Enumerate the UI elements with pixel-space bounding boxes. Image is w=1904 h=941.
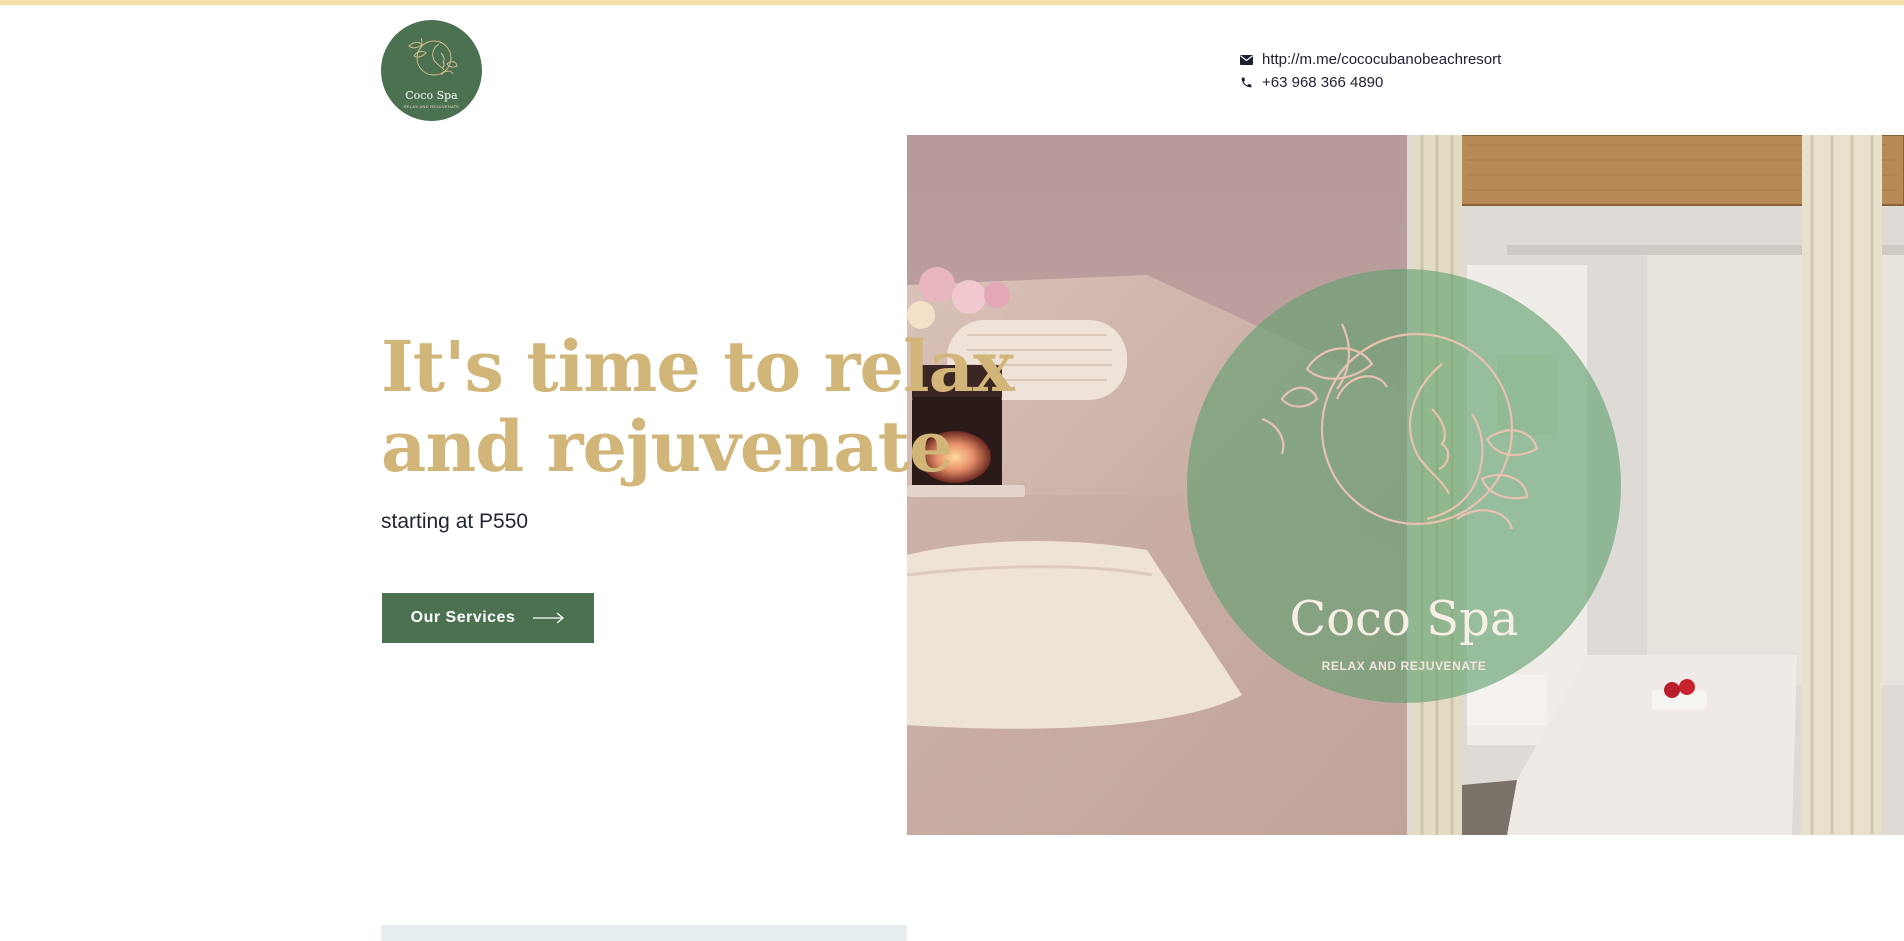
our-services-button[interactable]: Our Services (382, 593, 594, 643)
next-section-strip (381, 925, 907, 941)
envelope-icon (1239, 53, 1253, 67)
hero-title: It's time to relax and rejuvenate (381, 327, 1015, 487)
messenger-link[interactable]: http://m.me/cococubanobeachresort (1262, 51, 1501, 68)
badge-name: Coco Spa (1289, 591, 1519, 647)
phone-contact[interactable]: +63 968 366 4890 (1239, 71, 1501, 94)
our-services-label: Our Services (410, 609, 516, 626)
contact-info: http://m.me/cococubanobeachresort +63 96… (1239, 48, 1501, 94)
messenger-contact[interactable]: http://m.me/cococubanobeachresort (1239, 48, 1501, 71)
logo-tagline: RELAX AND REJUVENATE (403, 104, 460, 109)
phone-icon (1239, 76, 1253, 90)
hero-title-line-2: and rejuvenate (381, 405, 954, 488)
hero-title-line-1: It's time to relax (381, 325, 1015, 408)
badge-tagline: RELAX AND REJUVENATE (1321, 659, 1487, 673)
phone-number[interactable]: +63 968 366 4890 (1262, 74, 1383, 91)
coco-spa-logo[interactable]: Coco Spa RELAX AND REJUVENATE (381, 20, 482, 121)
hero-image: Coco Spa RELAX AND REJUVENATE (907, 135, 1904, 835)
logo-name: Coco Spa (405, 89, 458, 102)
top-accent-bar (0, 0, 1904, 5)
arrow-right-icon (533, 612, 565, 624)
spa-badge-overlay: Coco Spa RELAX AND REJUVENATE (1187, 269, 1621, 703)
hero-subtitle: starting at P550 (381, 510, 529, 533)
